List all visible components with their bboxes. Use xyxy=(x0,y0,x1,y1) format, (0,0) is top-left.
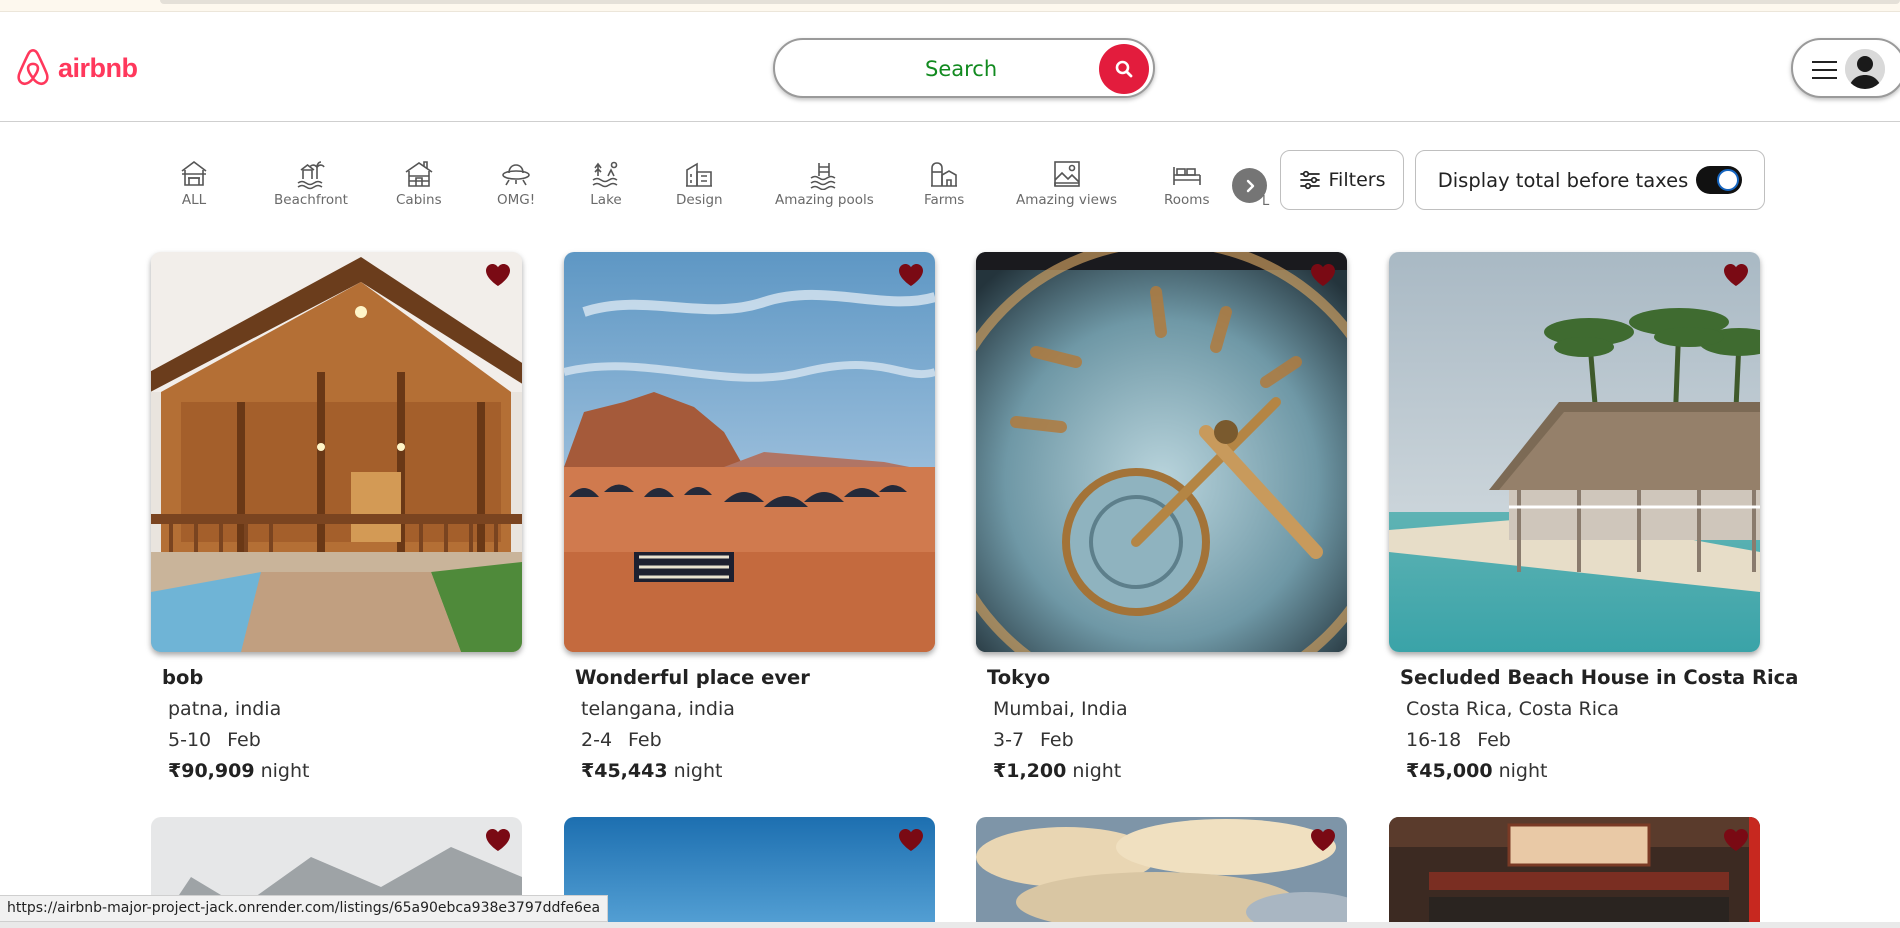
desert-photo xyxy=(564,252,935,652)
navbar: airbnb Search xyxy=(0,12,1900,122)
toggle-knob xyxy=(1717,169,1740,191)
listing-card[interactable]: Wonderful place ever telangana, india 2-… xyxy=(564,252,935,782)
ufo-icon xyxy=(502,164,530,186)
category-label: Farms xyxy=(924,192,965,208)
beach-icon xyxy=(297,161,325,190)
listing-title: Wonderful place ever xyxy=(575,666,810,689)
house-icon xyxy=(181,161,207,186)
chevron-right-icon xyxy=(1246,179,1254,192)
listing-image[interactable] xyxy=(1389,252,1760,652)
category-all[interactable]: ALL xyxy=(178,158,210,208)
listing-price: ₹1,200 night xyxy=(993,760,1122,782)
listing-location: Costa Rica, Costa Rica xyxy=(1406,698,1620,720)
listing-card[interactable]: bob patna, india 5-10 Feb ₹90,909 night xyxy=(151,252,522,782)
design-icon xyxy=(686,162,713,187)
listing-price: ₹45,443 night xyxy=(581,760,723,782)
listing-price: ₹90,909 night xyxy=(168,760,310,782)
heart-icon[interactable] xyxy=(897,262,925,288)
category-label: Amazing views xyxy=(1016,192,1118,208)
heart-icon[interactable] xyxy=(1309,262,1337,288)
listing-title: Tokyo xyxy=(987,666,1051,689)
tax-toggle-panel: Display total before taxes xyxy=(1415,150,1765,210)
category-amazing-views[interactable]: Amazing views xyxy=(1016,158,1117,208)
category-label: OMG! xyxy=(497,192,536,208)
watch-photo xyxy=(976,252,1347,652)
category-beachfront[interactable]: Beachfront xyxy=(274,158,348,208)
category-cabins[interactable]: Cabins xyxy=(396,158,442,208)
lake-icon xyxy=(592,161,618,188)
browser-bottom-edge xyxy=(0,922,1900,928)
listing-card[interactable] xyxy=(1389,817,1760,928)
category-label-partial[interactable]: L xyxy=(1262,194,1269,209)
search-icon xyxy=(1115,60,1133,78)
listing-image[interactable] xyxy=(151,252,522,652)
heart-icon[interactable] xyxy=(1722,262,1750,288)
browser-status-url: https://airbnb-major-project-jack.onrend… xyxy=(0,895,609,922)
tax-toggle-switch[interactable] xyxy=(1696,166,1743,194)
category-lake[interactable]: Lake xyxy=(590,158,622,208)
listing-dates: 2-4 Feb xyxy=(581,729,662,751)
user-avatar-icon xyxy=(1845,49,1885,89)
filters-label: Filters xyxy=(1328,169,1386,191)
bed-icon xyxy=(1172,167,1201,185)
japanese-shop-photo xyxy=(1389,817,1760,928)
brand-name: airbnb xyxy=(58,52,138,83)
category-label: Amazing pools xyxy=(775,192,874,208)
listing-location: patna, india xyxy=(168,698,282,720)
category-label: Rooms xyxy=(1164,192,1210,208)
listing-card[interactable] xyxy=(564,817,935,928)
view-icon xyxy=(1053,161,1080,187)
listing-location: Mumbai, India xyxy=(993,698,1128,720)
category-label: Design xyxy=(676,192,723,208)
category-label: Beachfront xyxy=(274,192,348,208)
pool-icon xyxy=(810,163,836,190)
listing-card[interactable]: Tokyo Mumbai, India 3-7 Feb ₹1,200 night xyxy=(976,252,1347,782)
category-rooms[interactable]: Rooms xyxy=(1164,158,1209,208)
listing-title: bob xyxy=(162,666,204,689)
cabin-icon xyxy=(405,161,433,187)
sky-photo xyxy=(564,817,935,928)
airbnb-logo-icon xyxy=(17,49,49,86)
filters-button[interactable]: Filters xyxy=(1280,150,1404,210)
farm-icon xyxy=(931,162,958,187)
listing-title: Secluded Beach House in Costa Rica xyxy=(1400,666,1799,689)
listing-image[interactable] xyxy=(564,252,935,652)
clouds-photo xyxy=(976,817,1347,928)
category-farms[interactable]: Farms xyxy=(924,158,964,208)
user-menu-button[interactable] xyxy=(1791,38,1900,98)
listing-card[interactable] xyxy=(976,817,1347,928)
listing-image[interactable] xyxy=(976,252,1347,652)
hamburger-icon xyxy=(1812,61,1837,79)
category-design[interactable]: Design xyxy=(676,158,723,208)
heart-icon[interactable] xyxy=(1309,827,1337,853)
beach-house-photo xyxy=(1389,252,1760,652)
search-bar[interactable]: Search xyxy=(773,38,1155,98)
heart-icon[interactable] xyxy=(1722,827,1750,853)
search-input[interactable]: Search xyxy=(925,57,997,81)
listing-dates: 5-10 Feb xyxy=(168,729,261,751)
category-label: ALL xyxy=(181,192,207,208)
listing-dates: 16-18 Feb xyxy=(1406,729,1511,751)
browser-top-strip xyxy=(0,0,1900,12)
cabin-photo xyxy=(151,252,522,652)
listing-location: telangana, india xyxy=(581,698,735,720)
listing-card[interactable]: Secluded Beach House in Costa Rica Costa… xyxy=(1389,252,1799,782)
brand-logo[interactable]: airbnb xyxy=(14,48,138,88)
category-label: Cabins xyxy=(396,192,442,208)
listing-price: ₹45,000 night xyxy=(1406,760,1548,782)
category-amazing-pools[interactable]: Amazing pools xyxy=(775,158,874,208)
sliders-icon xyxy=(1299,170,1320,190)
tax-toggle-label: Display total before taxes xyxy=(1437,168,1689,192)
listing-dates: 3-7 Feb xyxy=(993,729,1074,751)
browser-address-bar-edge xyxy=(160,0,1900,4)
category-filter-row: ALL Beachfront Cabins OMG! Lake Design A… xyxy=(0,150,1900,220)
heart-icon[interactable] xyxy=(897,827,925,853)
category-omg[interactable]: OMG! xyxy=(497,158,535,208)
search-button[interactable] xyxy=(1099,44,1149,94)
heart-icon[interactable] xyxy=(484,262,512,288)
category-label: Lake xyxy=(590,192,622,208)
heart-icon[interactable] xyxy=(484,827,512,853)
